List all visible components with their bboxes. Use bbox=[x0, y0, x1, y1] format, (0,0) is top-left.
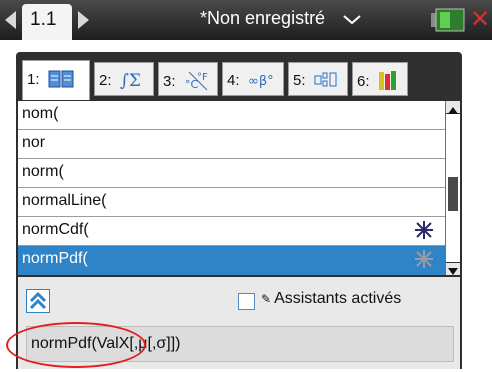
wizards-label-text: Assistants activés bbox=[274, 290, 402, 307]
tab-number: 6: bbox=[357, 72, 370, 90]
list-item-label: normalLine( bbox=[22, 192, 107, 209]
bottom-panel: ✎ Assistants activés normPdf(ValX[,μ[,σ]]… bbox=[18, 277, 460, 372]
tab-number: 3: bbox=[163, 72, 176, 90]
list-scrollbar[interactable] bbox=[445, 101, 460, 275]
tab-number: 4: bbox=[227, 71, 240, 89]
list-item-label: norm( bbox=[22, 163, 64, 180]
tab-number: 2: bbox=[99, 71, 112, 89]
battery-icon bbox=[431, 8, 465, 32]
page-tab-label: 1.1 bbox=[30, 9, 57, 30]
tab-libraries[interactable]: 6: bbox=[352, 62, 408, 96]
list-item[interactable]: normCdf( bbox=[18, 217, 445, 246]
list-item-label: nom( bbox=[22, 105, 59, 122]
tab-units[interactable]: 3: °C °F bbox=[158, 62, 218, 96]
chevron-down-icon[interactable] bbox=[343, 15, 361, 25]
wizard-icon bbox=[415, 221, 433, 239]
document-title[interactable]: *Non enregistré bbox=[200, 8, 325, 29]
list-item-label: nor bbox=[22, 134, 46, 151]
integral-sum-icon: ∫Σ bbox=[120, 71, 141, 90]
svg-text:∞β°: ∞β° bbox=[248, 74, 274, 89]
list-item-label: normCdf( bbox=[22, 221, 89, 238]
list-item-selected[interactable]: normPdf( bbox=[18, 246, 445, 275]
svg-text:∫Σ: ∫Σ bbox=[120, 71, 141, 90]
catalog-list[interactable]: nom( nor norm( normalLine( normCdf( norm… bbox=[18, 101, 445, 275]
catalog-tabs: 1: 2: ∫Σ 3: °C °F 4: ∞β° 5: 6: bbox=[16, 56, 462, 100]
syntax-help: normPdf(ValX[,μ[,σ]]) bbox=[26, 326, 454, 362]
scroll-down-arrow-icon[interactable] bbox=[446, 262, 460, 275]
scroll-thumb[interactable] bbox=[448, 177, 458, 211]
list-item-label: normPdf( bbox=[22, 250, 88, 267]
wizards-checkbox[interactable] bbox=[238, 293, 255, 310]
list-item[interactable]: norm( bbox=[18, 159, 445, 188]
double-chevron-up-icon bbox=[29, 291, 47, 310]
tab-library[interactable]: 5: bbox=[288, 62, 348, 96]
wand-icon: ✎ bbox=[261, 292, 272, 306]
symbols-icon: ∞β° bbox=[248, 74, 274, 89]
catalog-dialog: 1: 2: ∫Σ 3: °C °F 4: ∞β° 5: 6: nom(nor … bbox=[16, 52, 462, 372]
libraries-icon bbox=[378, 71, 396, 90]
templates-icon bbox=[314, 72, 337, 87]
expand-button[interactable] bbox=[26, 289, 50, 313]
list-item[interactable]: nor bbox=[18, 130, 445, 159]
close-icon[interactable]: ✕ bbox=[470, 6, 492, 32]
top-bar: 1.1 *Non enregistré ✕ bbox=[0, 0, 492, 40]
next-page-arrow-icon[interactable] bbox=[78, 11, 89, 29]
scroll-up-arrow-icon[interactable] bbox=[446, 101, 460, 114]
tab-number: 5: bbox=[293, 71, 306, 89]
tab-math-templates[interactable]: 2: ∫Σ bbox=[94, 62, 154, 96]
wizards-label: ✎ Assistants activés bbox=[261, 290, 401, 308]
previous-page-arrow-icon[interactable] bbox=[5, 11, 16, 29]
list-item[interactable]: normalLine( bbox=[18, 188, 445, 217]
tab-number: 1: bbox=[27, 70, 40, 88]
page-tab[interactable]: 1.1 bbox=[22, 4, 72, 40]
units-icon: °C °F bbox=[185, 71, 208, 91]
list-item[interactable]: nom( bbox=[18, 101, 445, 130]
tab-catalog[interactable]: 1: bbox=[22, 60, 90, 100]
wizard-icon bbox=[415, 250, 433, 268]
tab-symbols[interactable]: 4: ∞β° bbox=[222, 62, 284, 96]
syntax-text: normPdf(ValX[,μ[,σ]]) bbox=[31, 335, 181, 352]
book-icon bbox=[48, 70, 74, 88]
